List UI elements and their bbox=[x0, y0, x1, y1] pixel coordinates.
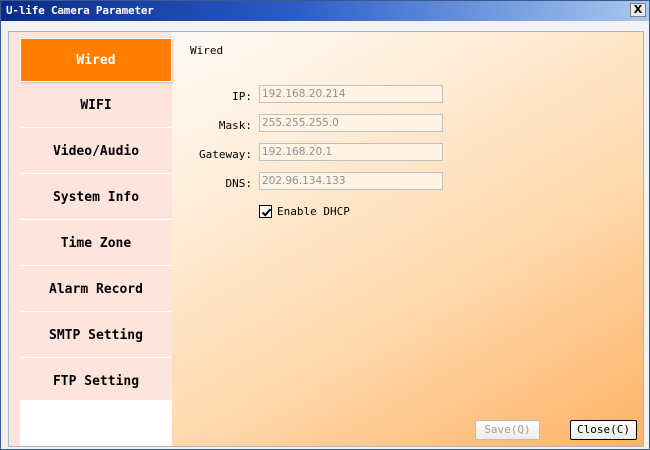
sidebar-item-label: FTP Setting bbox=[52, 374, 140, 389]
sidebar-item-wifi[interactable]: WIFI bbox=[20, 84, 172, 128]
sidebar-item-label: Wired bbox=[76, 53, 116, 68]
ip-label: IP: bbox=[232, 90, 252, 103]
gateway-label: Gateway: bbox=[199, 148, 252, 161]
dns-label: DNS: bbox=[225, 177, 253, 190]
sidebar-empty-area bbox=[20, 400, 172, 446]
window-title: U-life Camera Parameter bbox=[6, 4, 154, 17]
sidebar-item-label: System Info bbox=[52, 190, 140, 205]
save-button[interactable]: Save(Q) bbox=[475, 420, 540, 440]
ip-field[interactable]: 192.168.20.214 bbox=[259, 85, 443, 103]
dns-field[interactable]: 202.96.134.133 bbox=[259, 172, 443, 190]
mask-label: Mask: bbox=[218, 119, 252, 132]
gateway-field[interactable]: 192.168.20.1 bbox=[259, 143, 443, 161]
sidebar-item-label: Video/Audio bbox=[52, 144, 140, 159]
sidebar-item-wired[interactable]: Wired bbox=[20, 38, 172, 82]
sidebar-item-label: SMTP Setting bbox=[49, 328, 143, 343]
sidebar-item-label: Alarm Record bbox=[49, 282, 143, 297]
section-title: Wired bbox=[190, 44, 224, 57]
window-close-button[interactable]: X bbox=[630, 3, 646, 17]
close-icon: X bbox=[633, 3, 643, 16]
sidebar-item-video-audio[interactable]: Video/Audio bbox=[20, 130, 172, 174]
enable-dhcp-label: Enable DHCP bbox=[277, 205, 350, 218]
mask-field[interactable]: 255.255.255.0 bbox=[259, 114, 443, 132]
enable-dhcp-checkbox[interactable] bbox=[259, 205, 272, 218]
sidebar-item-ftp-setting[interactable]: FTP Setting bbox=[20, 360, 172, 404]
sidebar-item-label: WIFI bbox=[80, 98, 112, 113]
dialog-client-area: Wired WIFI Video/Audio System Info Time … bbox=[8, 31, 644, 447]
sidebar-item-label: Time Zone bbox=[60, 236, 132, 251]
camera-parameter-window: U-life Camera Parameter X Wired WIFI Vid… bbox=[0, 0, 650, 450]
title-bar[interactable]: U-life Camera Parameter X bbox=[1, 1, 649, 21]
sidebar-item-time-zone[interactable]: Time Zone bbox=[20, 222, 172, 266]
close-button[interactable]: Close(C) bbox=[570, 420, 637, 440]
settings-sidebar: Wired WIFI Video/Audio System Info Time … bbox=[9, 32, 172, 446]
sidebar-item-smtp-setting[interactable]: SMTP Setting bbox=[20, 314, 172, 358]
sidebar-item-system-info[interactable]: System Info bbox=[20, 176, 172, 220]
sidebar-item-alarm-record[interactable]: Alarm Record bbox=[20, 268, 172, 312]
wired-settings-panel: Wired IP: 192.168.20.214 Mask: 255.255.2… bbox=[172, 32, 643, 446]
checkmark-icon bbox=[261, 208, 272, 217]
